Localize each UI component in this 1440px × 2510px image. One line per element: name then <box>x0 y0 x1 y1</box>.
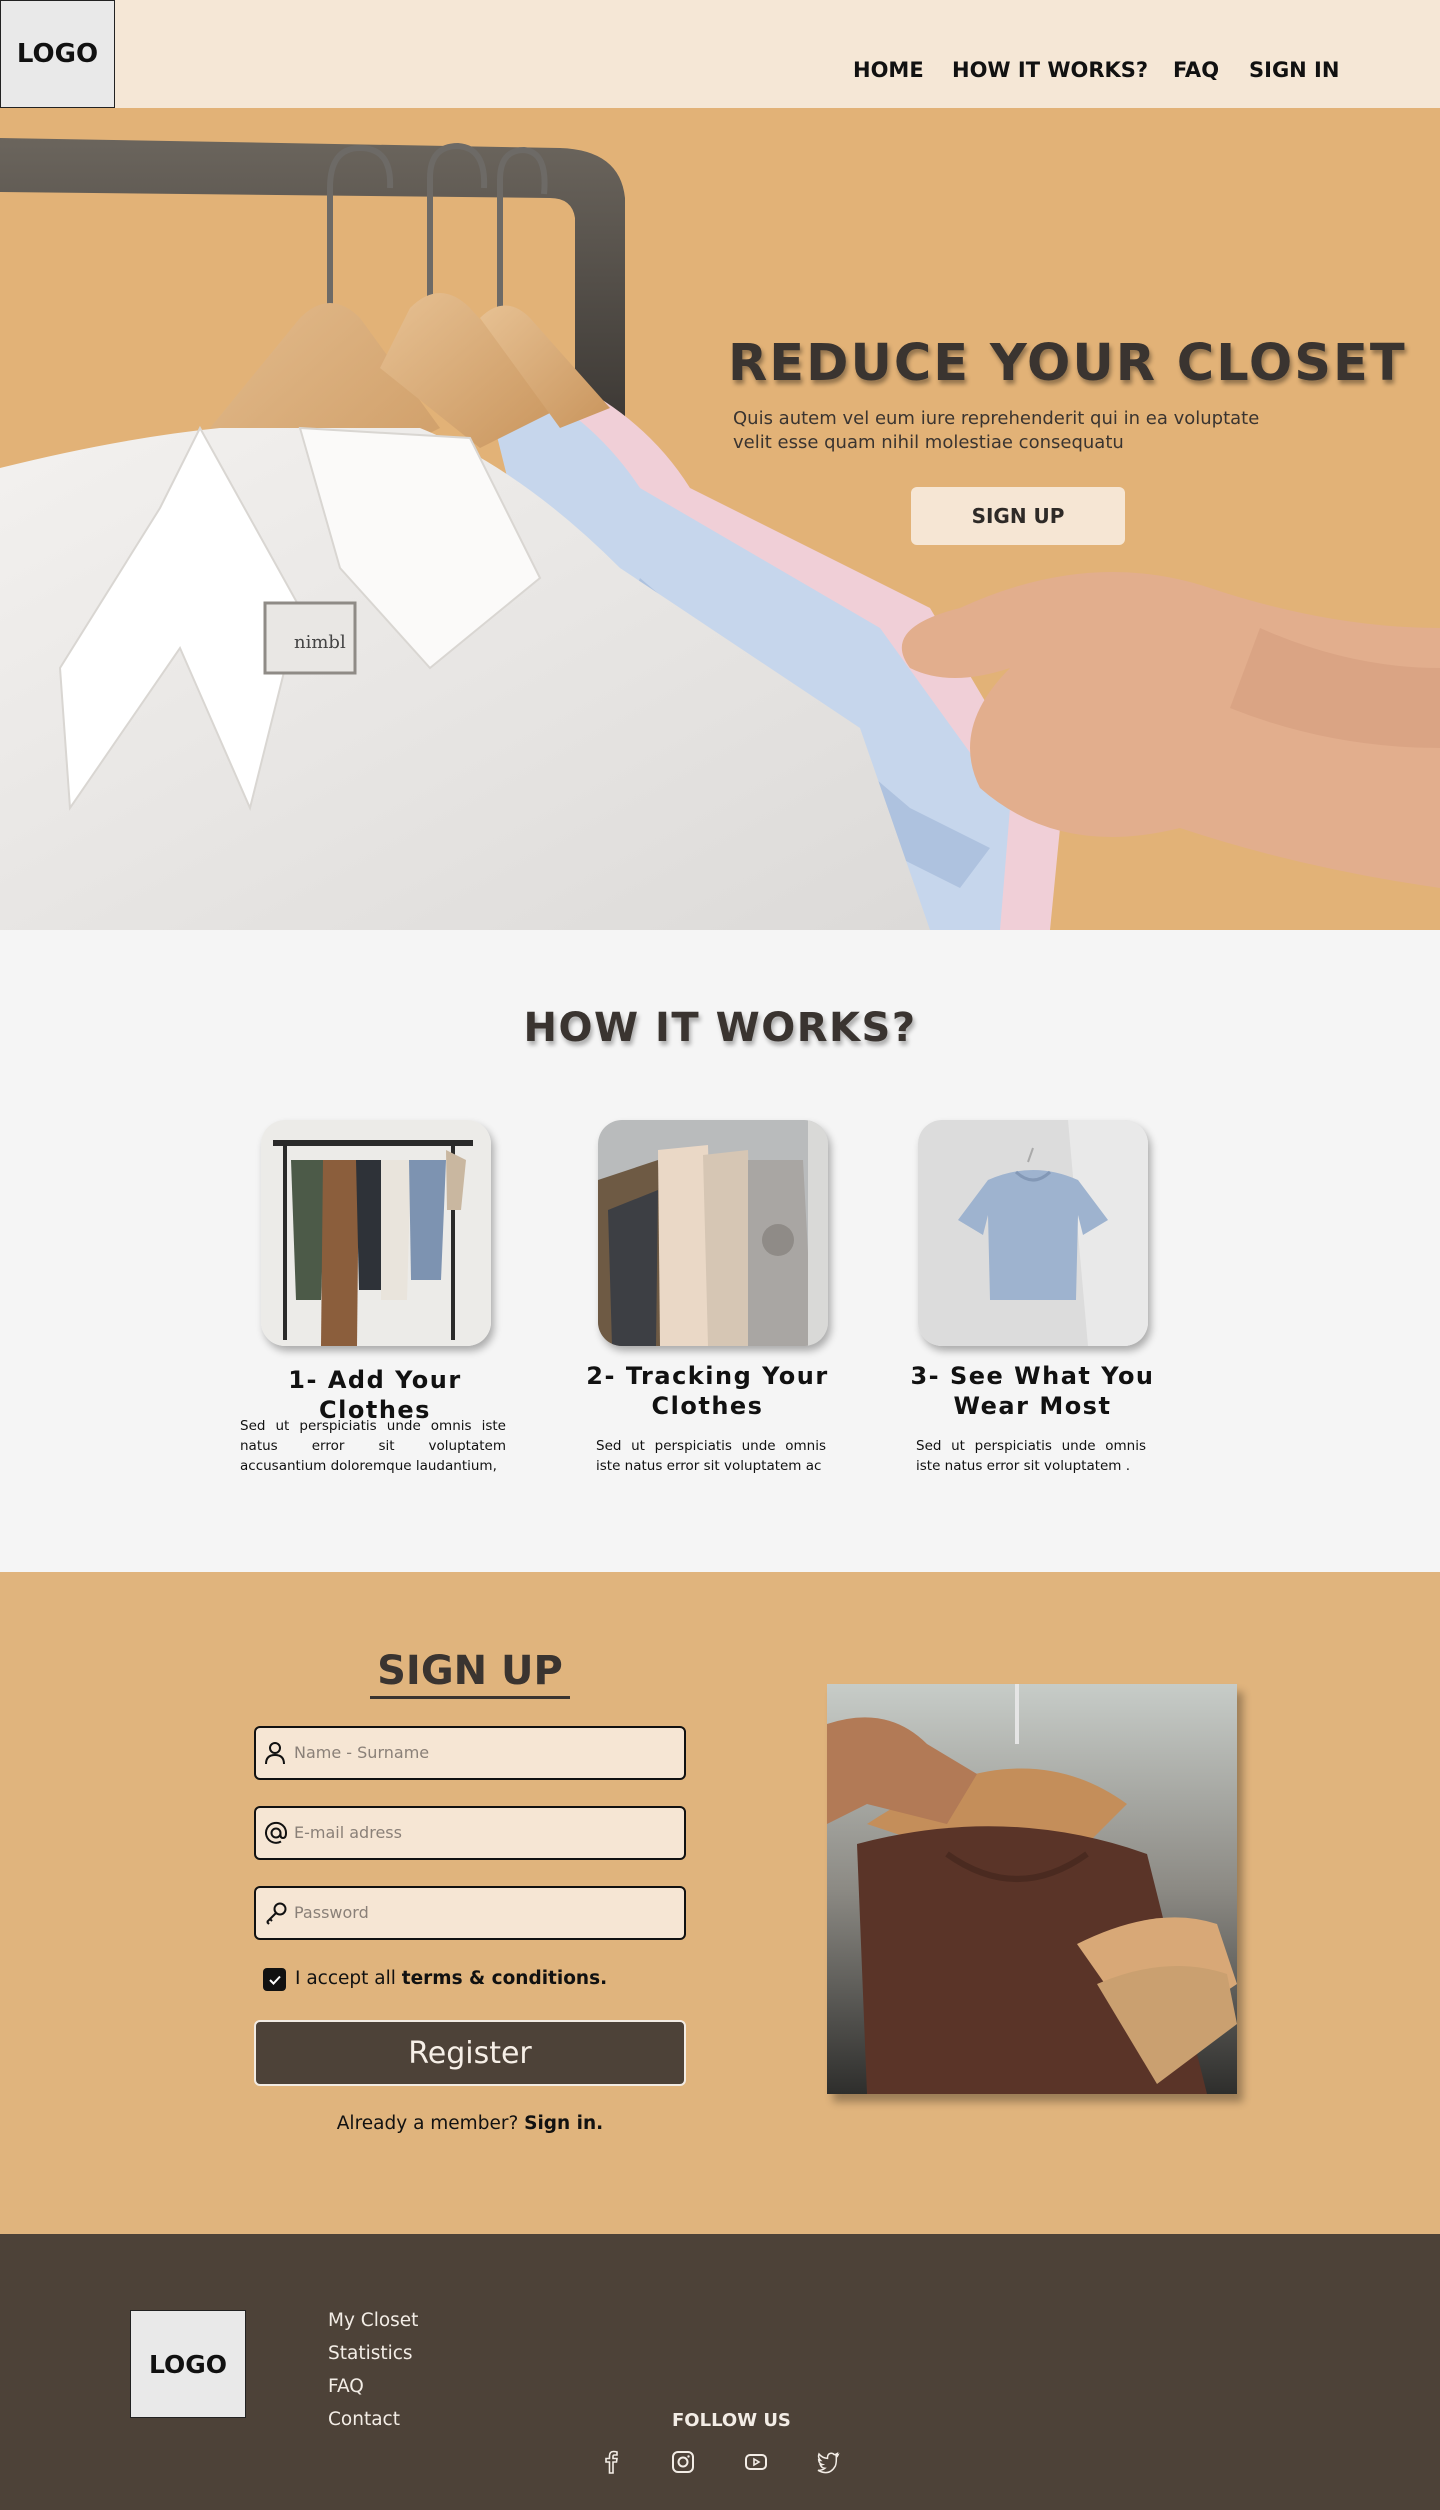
footer-link-my-closet[interactable]: My Closet <box>328 2310 418 2331</box>
footer-link-faq[interactable]: FAQ <box>328 2376 364 2397</box>
site-header: LOGO HOME HOW IT WORKS? FAQ SIGN IN <box>0 0 1440 108</box>
name-input[interactable] <box>294 1728 674 1777</box>
hero-shirts-image: nimbl <box>0 138 1440 930</box>
signup-title: SIGN UP <box>377 1648 563 1694</box>
nav-home[interactable]: HOME <box>853 58 924 82</box>
footer-logo[interactable]: LOGO <box>130 2310 246 2418</box>
terms-prefix: I accept all <box>295 1968 402 1989</box>
facebook-icon[interactable] <box>597 2448 625 2476</box>
signup-hanger-image <box>827 1684 1237 2094</box>
terms-link[interactable]: terms & conditions. <box>402 1968 607 1989</box>
hero-description: Quis autem vel eum iure reprehenderit qu… <box>733 408 1260 453</box>
how-it-works-title: HOW IT WORKS? <box>523 1005 917 1051</box>
signup-title-underline <box>370 1696 570 1699</box>
check-icon <box>268 1975 281 1985</box>
instagram-icon[interactable] <box>669 2448 697 2476</box>
key-icon <box>266 1902 287 1925</box>
step-2-image <box>598 1120 828 1346</box>
nav-faq[interactable]: FAQ <box>1173 58 1219 82</box>
password-input[interactable] <box>294 1888 674 1937</box>
footer-link-contact[interactable]: Contact <box>328 2409 400 2430</box>
step-1-text: Sed ut perspiciatis unde omnis iste natu… <box>240 1418 506 1474</box>
hero-section: nimbl REDUCE YOUR CLOSET Quis autem vel … <box>0 108 1440 930</box>
terms-checkbox[interactable] <box>263 1968 286 1991</box>
step-3-text: Sed ut perspiciatis unde omnis iste natu… <box>916 1438 1146 1474</box>
password-field[interactable] <box>254 1886 686 1940</box>
footer-link-statistics[interactable]: Statistics <box>328 2343 413 2364</box>
register-button[interactable]: Register <box>254 2020 686 2086</box>
already-member-text: Already a member? Sign in. <box>0 2113 940 2134</box>
follow-us-label: FOLLOW US <box>672 2410 791 2431</box>
email-input[interactable] <box>294 1808 674 1857</box>
nav-how-it-works[interactable]: HOW IT WORKS? <box>952 58 1148 82</box>
hero-title: REDUCE YOUR CLOSET <box>728 334 1407 393</box>
step-2-text: Sed ut perspiciatis unde omnis iste natu… <box>596 1438 826 1474</box>
at-icon <box>265 1821 288 1844</box>
youtube-icon[interactable] <box>742 2448 770 2476</box>
step-3-image <box>918 1120 1148 1346</box>
header-logo[interactable]: LOGO <box>0 0 115 108</box>
name-field[interactable] <box>254 1726 686 1780</box>
step-3-title: 3- See What You Wear Most <box>910 1362 1155 1420</box>
user-icon <box>265 1742 285 1765</box>
sign-in-link[interactable]: Sign in. <box>524 2113 603 2134</box>
svg-text:nimbl: nimbl <box>294 632 346 653</box>
terms-label: I accept all terms & conditions. <box>295 1968 607 1989</box>
step-1-image <box>261 1120 491 1346</box>
hero-sign-up-button[interactable]: SIGN UP <box>911 487 1125 545</box>
email-field[interactable] <box>254 1806 686 1860</box>
twitter-icon[interactable] <box>814 2448 842 2476</box>
already-member-label: Already a member? <box>336 2113 525 2134</box>
step-2-title: 2- Tracking Your Clothes <box>586 1362 829 1420</box>
nav-sign-in[interactable]: SIGN IN <box>1249 58 1339 82</box>
